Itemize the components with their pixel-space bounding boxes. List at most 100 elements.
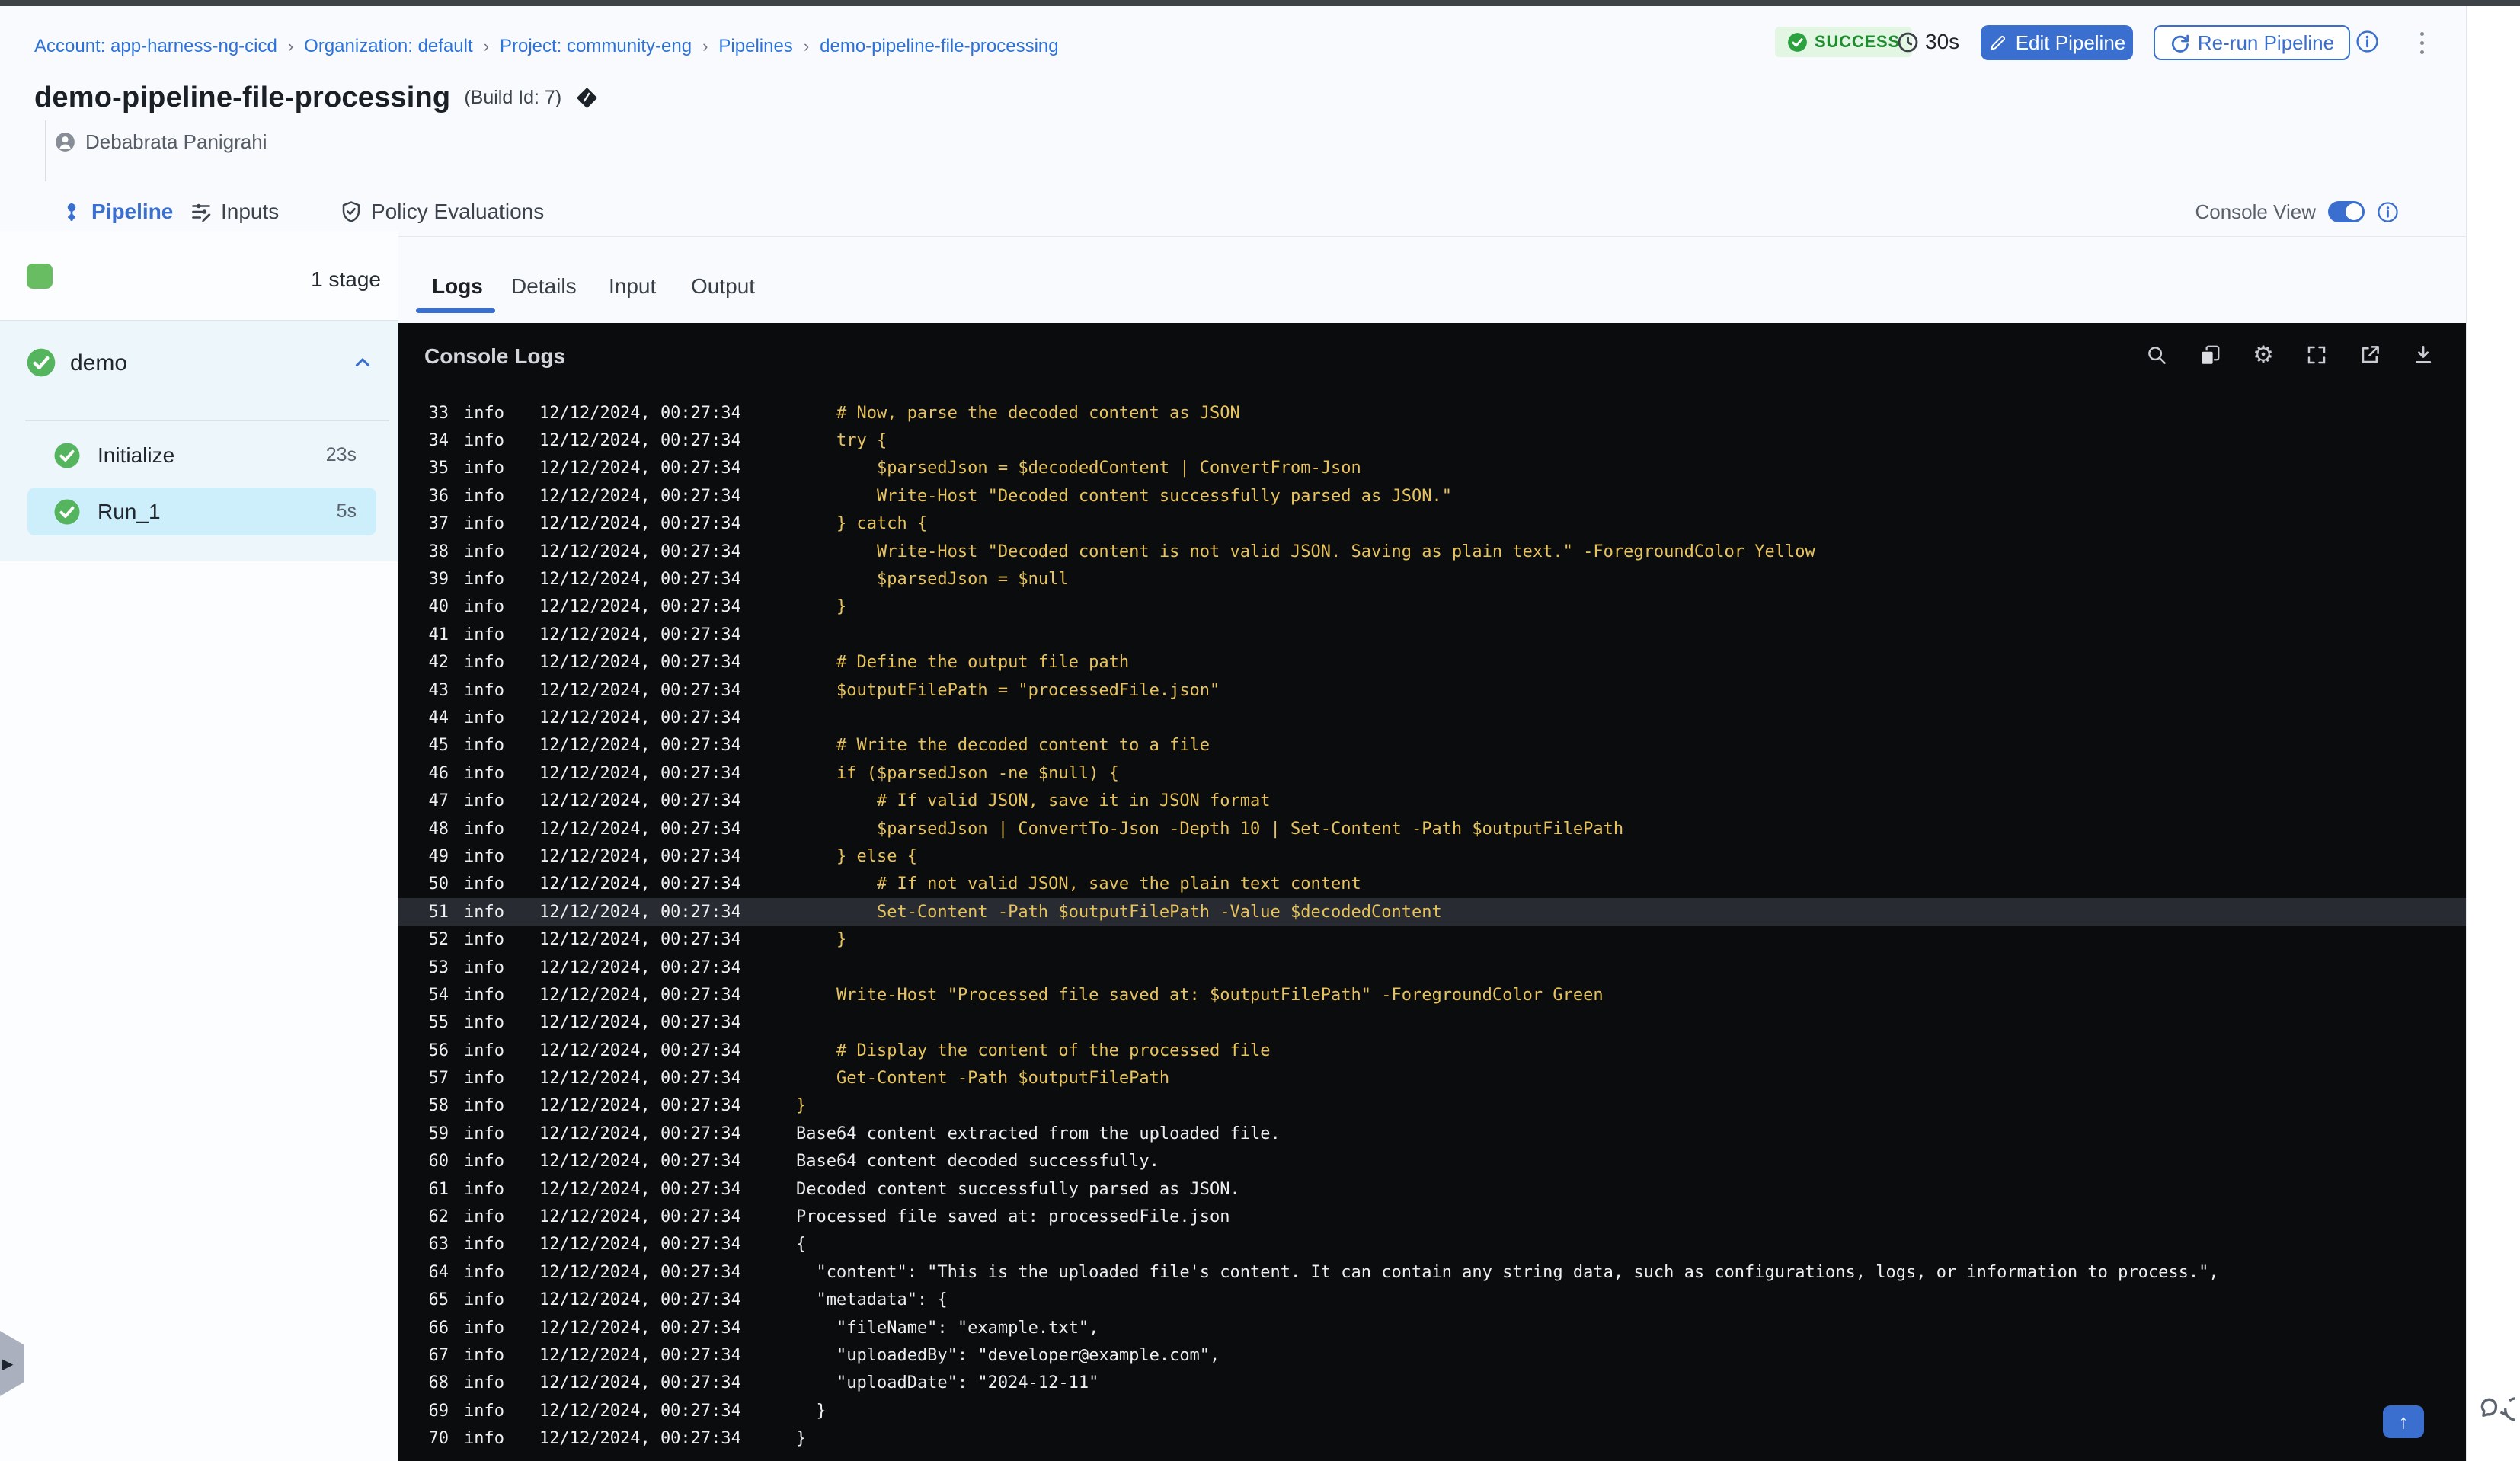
download-icon[interactable] — [2411, 343, 2435, 367]
line-number: 48 — [428, 819, 449, 839]
settings-gear-icon[interactable]: ⚙ — [2251, 341, 2275, 369]
log-level: info — [464, 708, 504, 727]
fullscreen-icon[interactable] — [2304, 343, 2329, 367]
line-number: 55 — [428, 1013, 449, 1033]
line-number: 36 — [428, 486, 449, 506]
copy-icon[interactable] — [2198, 343, 2222, 367]
chat-support-icon[interactable] — [2474, 1385, 2515, 1426]
log-message: } — [796, 930, 847, 950]
commit-divider-line — [45, 120, 46, 181]
log-tab-output[interactable]: Output — [691, 274, 755, 302]
build-diamond-icon — [577, 87, 598, 109]
user-avatar-icon — [56, 133, 75, 152]
tab-inputs[interactable]: Inputs — [190, 198, 279, 225]
log-line-61: 61 info 12/12/2024, 00:27:34 Decoded conten… — [398, 1175, 2466, 1203]
rerun-refresh-icon — [2171, 34, 2189, 53]
log-level: info — [464, 957, 504, 977]
log-message: Processed file saved at: processedFile.j… — [796, 1207, 1230, 1227]
breadcrumb-item[interactable]: Project: community-eng — [500, 36, 692, 57]
kebab-menu-icon[interactable] — [2415, 27, 2429, 58]
log-line-62: 62 info 12/12/2024, 00:27:34 Processed file… — [398, 1203, 2466, 1230]
console-view-toggle[interactable] — [2328, 201, 2365, 222]
log-level: info — [464, 1013, 504, 1033]
log-timestamp: 12/12/2024, 00:27:34 — [539, 1373, 741, 1393]
line-number: 60 — [428, 1152, 449, 1172]
tab-pipeline[interactable]: Pipeline — [60, 198, 173, 225]
open-in-new-icon[interactable] — [2358, 343, 2382, 367]
clock-icon — [1898, 32, 1918, 52]
line-number: 54 — [428, 985, 449, 1005]
line-number: 44 — [428, 708, 449, 727]
log-level: info — [464, 431, 504, 451]
console-view-label: Console View — [2195, 200, 2316, 223]
log-timestamp: 12/12/2024, 00:27:34 — [539, 653, 741, 673]
inputs-icon — [192, 203, 211, 222]
log-line-46: 46 info 12/12/2024, 00:27:34 if ($parsedJs… — [398, 759, 2466, 787]
breadcrumb-item[interactable]: Pipelines — [718, 36, 792, 57]
tab-policy-evaluations[interactable]: Policy Evaluations — [340, 198, 544, 225]
search-icon[interactable] — [2144, 343, 2169, 367]
log-timestamp: 12/12/2024, 00:27:34 — [539, 1401, 741, 1421]
breadcrumb-item[interactable]: Organization: default — [304, 36, 472, 57]
build-id-label: (Build Id: 7) — [464, 87, 562, 108]
group-divider — [25, 420, 389, 421]
breadcrumb-separator: › — [803, 37, 810, 56]
stage-group-header[interactable]: demo — [0, 340, 398, 385]
log-message: Get-Content -Path $outputFilePath — [796, 1069, 1170, 1089]
log-message: } — [796, 597, 847, 617]
step-row-run_1[interactable]: Run_1 5s — [27, 488, 376, 535]
breadcrumb-item[interactable]: demo-pipeline-file-processing — [820, 36, 1059, 57]
step-success-icon — [53, 498, 81, 526]
log-level: info — [464, 736, 504, 756]
log-message: # Write the decoded content to a file — [796, 736, 1210, 756]
log-viewport[interactable]: 33 info 12/12/2024, 00:27:34 # Now, parse … — [398, 404, 2466, 1461]
scroll-to-top-button[interactable]: ↑ — [2383, 1405, 2424, 1438]
log-timestamp: 12/12/2024, 00:27:34 — [539, 819, 741, 839]
log-message: if ($parsedJson -ne $null) { — [796, 763, 1119, 783]
log-line-60: 60 info 12/12/2024, 00:27:34 Base64 content… — [398, 1148, 2466, 1175]
log-message: } catch { — [796, 514, 928, 534]
log-tab-input[interactable]: Input — [609, 274, 656, 302]
line-number: 63 — [428, 1235, 449, 1255]
log-message: } — [796, 1096, 807, 1116]
success-check-icon — [1788, 32, 1807, 52]
log-level: info — [464, 1179, 504, 1199]
rerun-pipeline-button[interactable]: Re-run Pipeline — [2154, 25, 2350, 60]
line-number: 62 — [428, 1207, 449, 1227]
breadcrumb-item[interactable]: Account: app-harness-ng-cicd — [34, 36, 277, 57]
line-number: 41 — [428, 625, 449, 644]
log-message: # If not valid JSON, save the plain text… — [796, 874, 1361, 894]
log-line-42: 42 info 12/12/2024, 00:27:34 # Define the … — [398, 649, 2466, 676]
console-view-info-icon[interactable] — [2377, 201, 2399, 223]
step-row-initialize[interactable]: Initialize 23s — [27, 431, 376, 479]
log-level: info — [464, 1345, 504, 1365]
log-line-43: 43 info 12/12/2024, 00:27:34 $outputFilePa… — [398, 676, 2466, 704]
edit-pipeline-button[interactable]: Edit Pipeline — [1981, 25, 2133, 60]
console-toolbar: ⚙ — [2144, 341, 2435, 369]
log-message: { — [796, 1235, 807, 1255]
log-tab-details[interactable]: Details — [511, 274, 577, 302]
log-timestamp: 12/12/2024, 00:27:34 — [539, 985, 741, 1005]
stage-status-square[interactable] — [27, 264, 53, 289]
log-message: # If valid JSON, save it in JSON format — [796, 791, 1271, 811]
log-timestamp: 12/12/2024, 00:27:34 — [539, 1096, 741, 1116]
log-level: info — [464, 1318, 504, 1338]
console-view-control: Console View — [2195, 198, 2399, 225]
log-level: info — [464, 1069, 504, 1089]
log-level: info — [464, 930, 504, 950]
log-level: info — [464, 570, 504, 590]
log-line-34: 34 info 12/12/2024, 00:27:34 try { — [398, 427, 2466, 454]
log-tab-logs[interactable]: Logs — [432, 274, 483, 302]
log-message: } — [796, 1401, 827, 1421]
line-number: 38 — [428, 542, 449, 561]
line-number: 43 — [428, 680, 449, 700]
chevron-up-icon[interactable] — [352, 352, 373, 373]
log-level: info — [464, 763, 504, 783]
log-level: info — [464, 1124, 504, 1143]
info-icon[interactable] — [2355, 30, 2379, 53]
log-line-38: 38 info 12/12/2024, 00:27:34 Write-Host "D… — [398, 538, 2466, 565]
log-timestamp: 12/12/2024, 00:27:34 — [539, 625, 741, 644]
log-line-41: 41 info 12/12/2024, 00:27:34 — [398, 621, 2466, 648]
log-timestamp: 12/12/2024, 00:27:34 — [539, 1345, 741, 1365]
console-title: Console Logs — [424, 344, 566, 368]
